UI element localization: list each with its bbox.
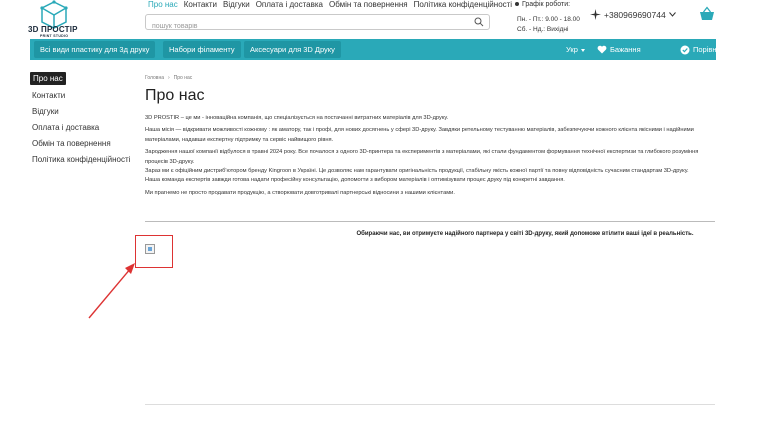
sidebar-item-exchange[interactable]: Обмін та повернення <box>30 136 130 152</box>
page-title: Про нас <box>145 87 205 104</box>
search-icon[interactable] <box>474 17 484 27</box>
wishlist-label: Бажання <box>610 45 641 54</box>
sidebar-item-contacts[interactable]: Контакти <box>30 88 130 104</box>
sidebar-item-payment[interactable]: Оплата і доставка <box>30 120 130 136</box>
topnav-exchange[interactable]: Обмін та повернення <box>326 0 411 10</box>
phone-block[interactable]: +380969690744 <box>590 9 676 20</box>
phone-number[interactable]: +380969690744 <box>604 10 666 20</box>
nav-all-plastic[interactable]: Всі види пластику для 3д друку <box>34 41 156 58</box>
breadcrumb-current: Про нас <box>173 75 193 81</box>
sparkle-icon <box>590 9 601 20</box>
cart-icon[interactable] <box>699 6 715 22</box>
chevron-down-icon[interactable] <box>668 12 676 17</box>
check-circle-icon <box>680 45 690 54</box>
logo-subtitle: PRINT STUDIO <box>40 34 69 38</box>
paragraph-history: Зародження нашої компанії відбулося в тр… <box>145 149 699 165</box>
schedule-title: Графік роботи: <box>515 0 570 10</box>
sidebar: Про нас Контакти Відгуки Оплата і достав… <box>30 72 130 168</box>
bold-note: Обираючи нас, ви отримуєте надійного пар… <box>356 231 694 237</box>
search-box <box>145 14 490 34</box>
topnav-about[interactable]: Про нас <box>145 0 181 10</box>
paragraph-team: Наша команда експертів завжди готова над… <box>145 177 565 184</box>
logo-text: 3D ПРОСТІР <box>28 25 78 34</box>
paragraph-intro: 3D PROSTIR – це ми - інноваційна компані… <box>145 115 449 121</box>
language-select[interactable]: Укр <box>566 39 585 60</box>
paragraph-mission: Наша місія — відкривати можливості кожно… <box>145 127 694 143</box>
compare-link[interactable]: Порівняння <box>680 39 733 60</box>
main-nav-bar: Всі види пластику для 3д друку Набори фі… <box>30 39 733 60</box>
sidebar-item-about[interactable]: Про нас <box>30 72 66 85</box>
wishlist-link[interactable]: Бажання <box>597 39 641 60</box>
breadcrumb: Головна › Про нас <box>145 75 192 81</box>
top-nav: Про нас Контакти Відгуки Оплата і достав… <box>145 0 515 10</box>
sidebar-item-reviews[interactable]: Відгуки <box>30 104 130 120</box>
paragraph-distributor: Зараз ми є офіційним дистриб'ютором брен… <box>145 168 689 175</box>
bullet-icon <box>515 2 519 7</box>
breadcrumb-home[interactable]: Головна <box>145 75 164 81</box>
topnav-contacts[interactable]: Контакти <box>181 0 220 10</box>
content-divider <box>145 221 715 222</box>
nav-filament-sets[interactable]: Набори філаменту <box>163 41 241 58</box>
schedule-weekdays: Пн. - Пт.: 9.00 - 18.00 <box>517 16 580 23</box>
topnav-reviews[interactable]: Відгуки <box>220 0 253 10</box>
breadcrumb-separator: › <box>168 75 170 81</box>
sidebar-item-privacy[interactable]: Політика конфіденційності <box>30 152 130 168</box>
page-content: 3D PROSTIR – це ми - інноваційна компані… <box>145 114 715 198</box>
schedule-hours: Пн. - Пт.: 9.00 - 18.00 Сб. - Нд.: Вихід… <box>517 15 580 35</box>
footer-divider <box>145 404 715 405</box>
paragraph-partnership: Ми прагнемо не просто продавати продукці… <box>145 189 455 196</box>
search-input[interactable] <box>146 19 466 34</box>
schedule-weekend: Сб. - Нд.: Вихідні <box>517 26 569 33</box>
schedule-title-text: Графік роботи: <box>522 1 571 8</box>
topnav-payment[interactable]: Оплата і доставка <box>253 0 326 10</box>
compare-label: Порівняння <box>693 45 733 54</box>
annotation-arrow-icon <box>88 263 135 319</box>
topnav-privacy[interactable]: Політика конфіденційності <box>411 0 515 10</box>
heart-icon <box>597 45 607 54</box>
nav-accessories[interactable]: Аксесуари для 3D Друку <box>244 41 341 58</box>
